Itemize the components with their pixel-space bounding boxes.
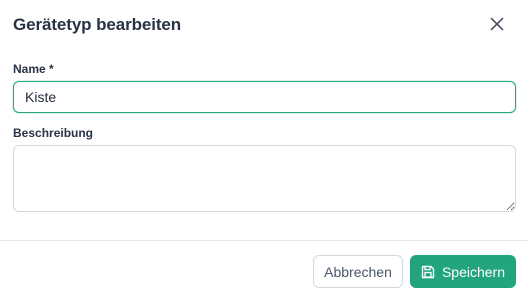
close-button[interactable] [488, 15, 506, 33]
cancel-button[interactable]: Abbrechen [313, 255, 403, 288]
description-field-label: Beschreibung [13, 126, 94, 140]
footer-divider [0, 240, 528, 241]
close-icon [490, 17, 504, 31]
save-icon [421, 265, 435, 279]
name-input[interactable] [13, 81, 516, 113]
edit-device-type-dialog: Gerätetyp bearbeiten Name * Beschreibung… [0, 0, 528, 303]
dialog-header: Gerätetyp bearbeiten [12, 14, 516, 38]
cancel-button-label: Abbrechen [324, 263, 392, 280]
save-button-label: Speichern [441, 263, 506, 280]
dialog-title: Gerätetyp bearbeiten [13, 15, 182, 34]
name-field-label: Name * [13, 62, 54, 76]
save-button[interactable]: Speichern [410, 255, 516, 288]
description-textarea[interactable] [13, 145, 516, 212]
